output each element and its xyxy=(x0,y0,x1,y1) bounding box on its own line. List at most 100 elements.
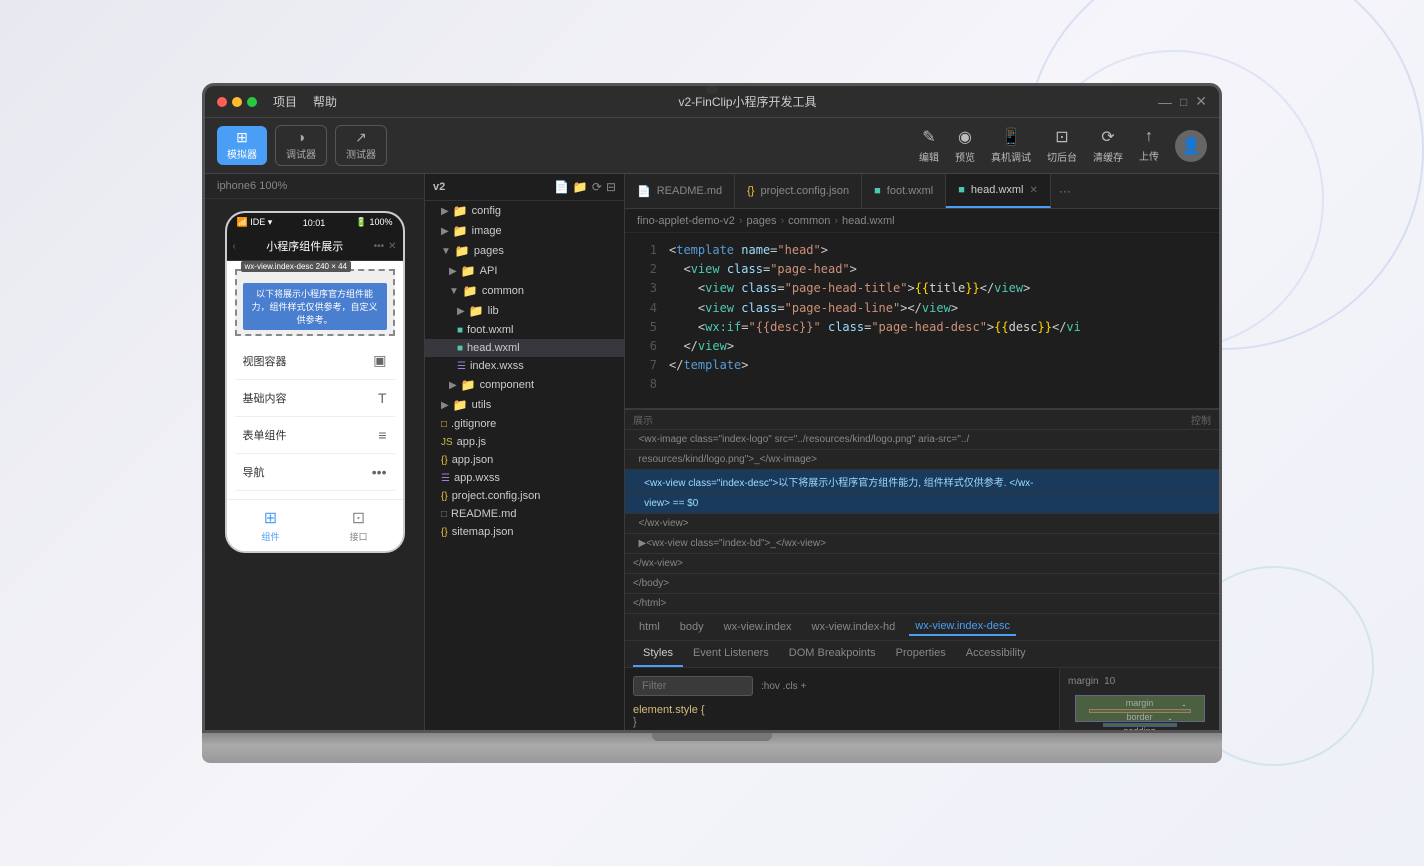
action-upload[interactable]: ↑ 上传 xyxy=(1139,128,1159,163)
tab-head-wxml-icon: ■ xyxy=(958,184,965,196)
minimize-icon[interactable]: — xyxy=(1158,94,1172,110)
tree-item-pages[interactable]: ▼ 📁 pages xyxy=(425,241,624,261)
action-edit[interactable]: ✎ 编辑 xyxy=(919,127,939,164)
tab-readme[interactable]: 📄 README.md xyxy=(625,174,735,208)
tree-item-gitignore[interactable]: □ .gitignore xyxy=(425,415,624,433)
phone-list-item-1[interactable]: 基础内容 T xyxy=(235,380,395,417)
tree-item-component[interactable]: ▶ 📁 component xyxy=(425,375,624,395)
html-line-9: </html> xyxy=(625,594,1219,614)
folder-config-icon: 📁 xyxy=(453,204,468,218)
tree-item-lib-label: lib xyxy=(488,305,499,317)
menu-project[interactable]: 项目 xyxy=(273,93,297,110)
tree-item-common[interactable]: ▼ 📁 common xyxy=(425,281,624,301)
tree-item-utils[interactable]: ▶ 📁 utils xyxy=(425,395,624,415)
devtools-tag-body[interactable]: body xyxy=(674,619,710,635)
device-debug-label: 真机调试 xyxy=(991,149,1031,164)
folder-new-btn[interactable]: 📁 xyxy=(573,180,588,194)
user-avatar[interactable]: 👤 xyxy=(1175,130,1207,162)
devtools-tab-accessibility[interactable]: Accessibility xyxy=(956,641,1036,667)
breadcrumb-file: head.wxml xyxy=(842,215,895,227)
box-padding-label: padding xyxy=(1123,726,1155,730)
tree-item-project-config[interactable]: {} project.config.json xyxy=(425,487,624,505)
menu-help[interactable]: 帮助 xyxy=(313,93,337,110)
tree-item-head-wxml[interactable]: ■ head.wxml xyxy=(425,339,624,357)
action-preview[interactable]: ◉ 预览 xyxy=(955,127,975,164)
devtools-tag-wx-view-index-hd[interactable]: wx-view.index-hd xyxy=(806,619,902,635)
tree-item-config[interactable]: ▶ 📁 config xyxy=(425,201,624,221)
html-line-2: resources/kind/logo.png">_</wx-image> xyxy=(625,450,1219,470)
device-preview: 📶 IDE ▾ 10:01 🔋 100% ‹ 小程序组件展示 ••• ✕ xyxy=(205,199,424,730)
folder-api-icon: 📁 xyxy=(461,264,476,278)
tree-item-sitemap[interactable]: {} sitemap.json xyxy=(425,523,624,541)
box-padding-val: - xyxy=(1169,714,1172,724)
tree-item-app-json[interactable]: {} app.json xyxy=(425,451,624,469)
styles-filter-input[interactable] xyxy=(633,676,753,696)
devtools-tab-properties[interactable]: Properties xyxy=(886,641,956,667)
tab-more-btn[interactable]: ··· xyxy=(1051,174,1079,208)
folder-lib-icon: 📁 xyxy=(469,304,484,318)
tree-item-image[interactable]: ▶ 📁 image xyxy=(425,221,624,241)
tab-project-config[interactable]: {} project.config.json xyxy=(735,174,862,208)
toolbar-btn-simulator[interactable]: ⊞ 模拟器 xyxy=(217,126,267,165)
devtools-tag-wx-view-index[interactable]: wx-view.index xyxy=(718,619,798,635)
tree-item-app-wxss-label: app.wxss xyxy=(454,472,500,484)
devtools-tab-dom-breakpoints[interactable]: DOM Breakpoints xyxy=(779,641,886,667)
phone-nav-api[interactable]: ⊡ 接口 xyxy=(349,508,367,543)
folder-image-icon: 📁 xyxy=(453,224,468,238)
phone-list-item-0[interactable]: 视图容器 ▣ xyxy=(235,342,395,380)
action-background[interactable]: ⊡ 切后台 xyxy=(1047,127,1077,164)
breadcrumb-common: common xyxy=(788,215,830,227)
devtools-tag-html[interactable]: html xyxy=(633,619,666,635)
maximize-icon[interactable]: □ xyxy=(1180,95,1187,109)
chevron-icon: ▶ xyxy=(441,206,449,217)
phone-nav-components[interactable]: ⊞ 组件 xyxy=(261,508,279,543)
tree-item-app-wxss[interactable]: ☰ app.wxss xyxy=(425,469,624,487)
tree-item-api[interactable]: ▶ 📁 API xyxy=(425,261,624,281)
phone-list-item-3[interactable]: 导航 ••• xyxy=(235,454,395,491)
code-line-7: </template> xyxy=(669,356,1211,375)
devtools-tab-styles[interactable]: Styles xyxy=(633,641,683,667)
styles-filter-hint: :hov .cls + xyxy=(761,681,806,692)
tree-item-index-wxss[interactable]: ☰ index.wxss xyxy=(425,357,624,375)
html-line-3[interactable]: <wx-view class="index-desc">以下将展示小程序官方组件… xyxy=(625,470,1219,494)
win-min-btn[interactable] xyxy=(232,97,242,107)
code-line-2: <view class="page-head"> xyxy=(669,260,1211,279)
tester-label: 测试器 xyxy=(346,146,376,161)
file-collapse-btn[interactable]: ⊟ xyxy=(606,180,616,194)
toolbar-btn-tester[interactable]: ↗ 测试器 xyxy=(335,125,387,166)
tree-item-app-js[interactable]: JS app.js xyxy=(425,433,624,451)
tree-item-lib[interactable]: ▶ 📁 lib xyxy=(425,301,624,321)
breadcrumb-sep-1: › xyxy=(739,215,743,227)
win-max-btn[interactable] xyxy=(247,97,257,107)
action-clear-cache[interactable]: ⟳ 清缓存 xyxy=(1093,127,1123,164)
devtools-tag-wx-view-index-desc[interactable]: wx-view.index-desc xyxy=(909,618,1016,636)
tab-project-config-label: project.config.json xyxy=(760,185,849,197)
devtools-tab-event-listeners[interactable]: Event Listeners xyxy=(683,641,779,667)
clear-cache-icon: ⟳ xyxy=(1101,127,1114,147)
html-line-7: </wx-view> xyxy=(625,554,1219,574)
win-close-btn[interactable] xyxy=(217,97,227,107)
tab-close-icon[interactable]: ✕ xyxy=(1030,185,1038,196)
tab-head-wxml[interactable]: ■ head.wxml ✕ xyxy=(946,174,1051,208)
phone-highlight-label: wx-view.index-desc 240 × 44 xyxy=(241,261,352,272)
tab-foot-wxml[interactable]: ■ foot.wxml xyxy=(862,174,946,208)
action-device-debug[interactable]: 📱 真机调试 xyxy=(991,127,1031,164)
close-icon[interactable]: ✕ xyxy=(1195,93,1207,110)
phone-list-item-2[interactable]: 表单组件 ≡ xyxy=(235,417,395,454)
tree-item-readme[interactable]: □ README.md xyxy=(425,505,624,523)
devtools-panel-title-2: 控制 xyxy=(1191,412,1211,427)
file-new-btn[interactable]: 📄 xyxy=(554,180,569,194)
box-padding-layer: padding - xyxy=(1103,723,1177,727)
edit-icon: ✎ xyxy=(922,127,935,147)
box-border-val: - xyxy=(1183,700,1186,710)
tree-item-foot-wxml[interactable]: ■ foot.wxml xyxy=(425,321,624,339)
folder-utils-icon: 📁 xyxy=(453,398,468,412)
code-line-4: <view class="page-head-line"></view> xyxy=(669,299,1211,318)
file-refresh-btn[interactable]: ⟳ xyxy=(592,180,602,194)
tree-item-config-label: config xyxy=(472,205,501,217)
toolbar-btn-debugger[interactable]: ◑ 调试器 xyxy=(275,125,327,166)
html-line-4[interactable]: view> == $0 xyxy=(625,494,1219,514)
preview-label: 预览 xyxy=(955,149,975,164)
phone-nav-components-icon: ⊞ xyxy=(264,508,277,528)
box-border-label: border xyxy=(1126,712,1152,722)
